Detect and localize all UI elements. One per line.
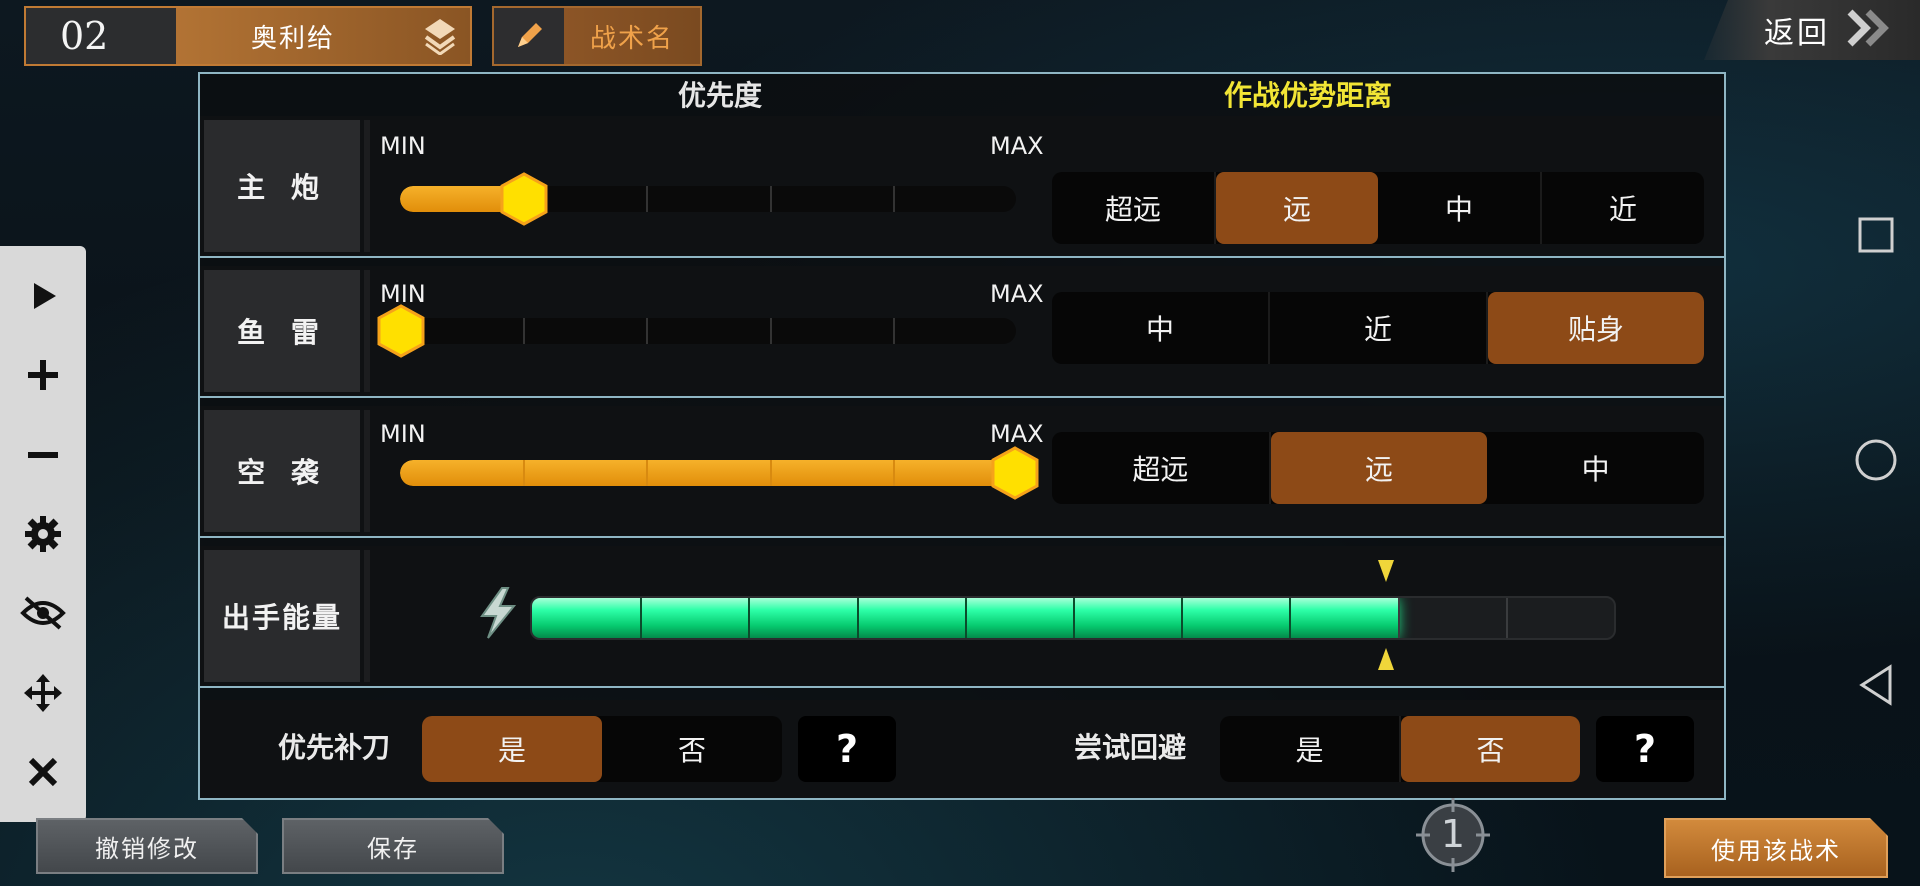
weapon-row-torpedo: 鱼 雷 MIN MAX 中 近 贴身 — [200, 266, 1724, 398]
distance-option[interactable]: 超远 — [1052, 172, 1216, 244]
back-label: 返回 — [1764, 16, 1830, 51]
back-button[interactable]: 返回 — [1704, 0, 1920, 60]
distance-header: 作战优势距离 — [1224, 79, 1393, 112]
evade-toggle[interactable]: 是 否 — [1220, 716, 1580, 782]
toggle-yes[interactable]: 是 — [422, 716, 602, 782]
priority-slider-thumb[interactable] — [376, 304, 426, 358]
toggle-no[interactable]: 否 — [1401, 716, 1580, 782]
priority-header: 优先度 — [677, 79, 762, 112]
distance-option[interactable]: 近 — [1270, 292, 1488, 364]
energy-marker-bottom-icon[interactable] — [1376, 646, 1396, 676]
max-label: MAX — [990, 132, 1044, 160]
weapon-label: 鱼 雷 — [204, 270, 360, 392]
help-button[interactable]: ? — [1596, 716, 1694, 782]
distance-option[interactable]: 中 — [1378, 172, 1542, 244]
toggle-label-finish-off: 优先补刀 — [278, 731, 391, 764]
distance-selector[interactable]: 中 近 贴身 — [1052, 292, 1704, 364]
ship-number: 02 — [60, 14, 109, 58]
tactic-name-label: 战术名 — [589, 23, 674, 54]
weapon-row-main-gun: 主 炮 MIN MAX 超远 远 中 近 — [200, 116, 1724, 258]
close-icon[interactable] — [18, 747, 68, 797]
min-label: MIN — [380, 420, 426, 448]
priority-slider-thumb[interactable] — [990, 446, 1040, 500]
tactics-panel: 优先度 作战优势距离 主 炮 MIN MAX 超远 远 中 近 鱼 雷 MIN … — [198, 72, 1726, 800]
back-nav-icon[interactable] — [1851, 660, 1901, 710]
distance-selector[interactable]: 超远 远 中 近 — [1052, 172, 1704, 244]
energy-marker-top-icon[interactable] — [1376, 558, 1396, 588]
floating-toolbar — [0, 246, 86, 822]
weapon-row-air-strike: 空 袭 MIN MAX 超远 远 中 — [200, 406, 1724, 538]
minus-icon[interactable] — [18, 430, 68, 480]
priority-slider-track[interactable] — [400, 460, 1016, 486]
priority-slider-track[interactable] — [400, 186, 1016, 212]
help-button[interactable]: ? — [798, 716, 896, 782]
distance-option[interactable]: 中 — [1487, 432, 1704, 504]
pencil-icon — [494, 19, 564, 53]
finish-off-toggle[interactable]: 是 否 — [422, 716, 782, 782]
ship-name: 奥利给 — [250, 23, 335, 54]
lightning-icon — [478, 586, 518, 644]
distance-option-selected[interactable]: 贴身 — [1488, 292, 1704, 364]
distance-selector[interactable]: 超远 远 中 — [1052, 432, 1704, 504]
distance-option[interactable]: 中 — [1052, 292, 1270, 364]
max-label: MAX — [990, 420, 1044, 448]
undo-changes-button[interactable]: 撤销修改 — [36, 818, 258, 874]
play-icon[interactable] — [18, 271, 68, 321]
home-icon[interactable] — [1851, 435, 1901, 485]
priority-slider-track[interactable] — [400, 318, 1016, 344]
energy-row: 出手能量 — [200, 546, 1724, 688]
ship-selector[interactable]: 02 奥利给 — [24, 6, 472, 66]
gear-icon[interactable] — [18, 509, 68, 559]
eye-off-icon[interactable] — [18, 588, 68, 638]
plus-icon[interactable] — [18, 350, 68, 400]
toggle-yes[interactable]: 是 — [1220, 716, 1401, 782]
tactic-name-tab[interactable]: 战术名 — [492, 6, 702, 66]
chevron-down-icon[interactable] — [410, 17, 470, 55]
distance-option-selected[interactable]: 远 — [1216, 172, 1378, 244]
move-icon[interactable] — [18, 668, 68, 718]
use-tactic-button[interactable]: 使用该战术 — [1664, 818, 1888, 878]
distance-option[interactable]: 近 — [1542, 172, 1704, 244]
energy-label: 出手能量 — [204, 550, 360, 682]
page-number: 1 — [1440, 812, 1466, 856]
weapon-label: 主 炮 — [204, 120, 360, 252]
distance-option-selected[interactable]: 远 — [1270, 432, 1488, 504]
page-indicator[interactable]: 1 — [1416, 798, 1490, 872]
max-label: MAX — [990, 280, 1044, 308]
min-label: MIN — [380, 132, 426, 160]
distance-option[interactable]: 超远 — [1052, 432, 1271, 504]
energy-bar[interactable] — [530, 596, 1616, 640]
priority-slider-thumb[interactable] — [499, 172, 549, 226]
double-chevron-right-icon — [1844, 8, 1892, 52]
toggles-row: 优先补刀 是 否 ? 尝试回避 是 否 ? — [200, 700, 1724, 798]
save-button[interactable]: 保存 — [282, 818, 504, 874]
recent-apps-icon[interactable] — [1851, 210, 1901, 260]
weapon-label: 空 袭 — [204, 410, 360, 532]
toggle-label-evade: 尝试回避 — [1074, 731, 1187, 764]
system-nav — [1832, 210, 1920, 710]
toggle-no[interactable]: 否 — [602, 716, 782, 782]
